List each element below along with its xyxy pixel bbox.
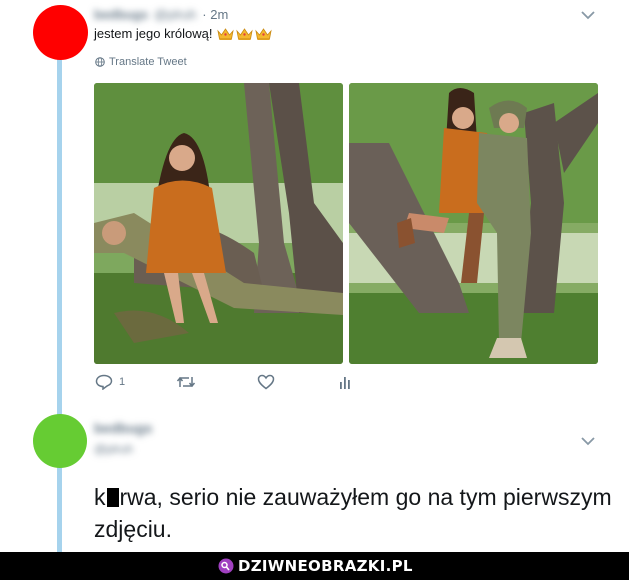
crown-emoji-group xyxy=(216,27,272,41)
thread-connector-line xyxy=(57,56,62,556)
brand-logo-icon xyxy=(218,558,234,574)
site-brand: DZIWNEOBRAZKI.PL xyxy=(218,556,413,576)
reply-icon xyxy=(95,374,113,390)
tweet-text-content: jestem jego królową! xyxy=(94,26,213,41)
retweet-button[interactable] xyxy=(176,374,202,390)
tweet-text: k rwa, serio nie zauważyłem go na tym pie… xyxy=(94,481,614,545)
avatar[interactable] xyxy=(33,5,88,60)
tweet-header: bedbugs @plruh · 2m xyxy=(94,7,228,22)
heart-icon xyxy=(257,374,275,390)
tweet-timestamp[interactable]: · 2m xyxy=(202,7,228,22)
crown-icon xyxy=(254,27,272,40)
globe-icon xyxy=(95,57,105,67)
author-handle[interactable]: @plruh xyxy=(154,7,196,22)
censor-bar xyxy=(106,488,119,507)
tweet-text-content: rwa, serio nie zauważyłem go na tym pier… xyxy=(94,484,612,542)
retweet-icon xyxy=(176,376,196,388)
author-name[interactable]: bedbugs xyxy=(94,420,152,436)
like-button[interactable] xyxy=(257,374,281,390)
photo-couple-tree[interactable] xyxy=(349,83,598,364)
tweet-text: jestem jego królową! xyxy=(94,26,272,41)
crown-icon xyxy=(235,27,253,40)
photo-couple-sitting[interactable] xyxy=(94,83,343,364)
author-name[interactable]: bedbugs xyxy=(94,7,148,22)
crown-icon xyxy=(216,27,234,40)
analytics-button[interactable] xyxy=(339,374,357,390)
analytics-icon xyxy=(340,377,350,389)
chevron-down-icon[interactable] xyxy=(581,436,595,446)
chevron-down-icon[interactable] xyxy=(581,10,595,20)
brand-name: DZIWNEOBRAZKI.PL xyxy=(238,557,413,575)
translate-tweet-link[interactable]: Translate Tweet xyxy=(95,56,187,68)
tweet-action-bar: 1 xyxy=(95,374,355,398)
reply-button[interactable]: 1 xyxy=(95,374,125,390)
avatar[interactable] xyxy=(33,414,87,468)
reply-count: 1 xyxy=(119,376,126,388)
translate-label: Translate Tweet xyxy=(109,56,187,68)
author-handle[interactable]: @plruh xyxy=(94,442,133,456)
tweet-text-prefix: k xyxy=(94,484,106,510)
